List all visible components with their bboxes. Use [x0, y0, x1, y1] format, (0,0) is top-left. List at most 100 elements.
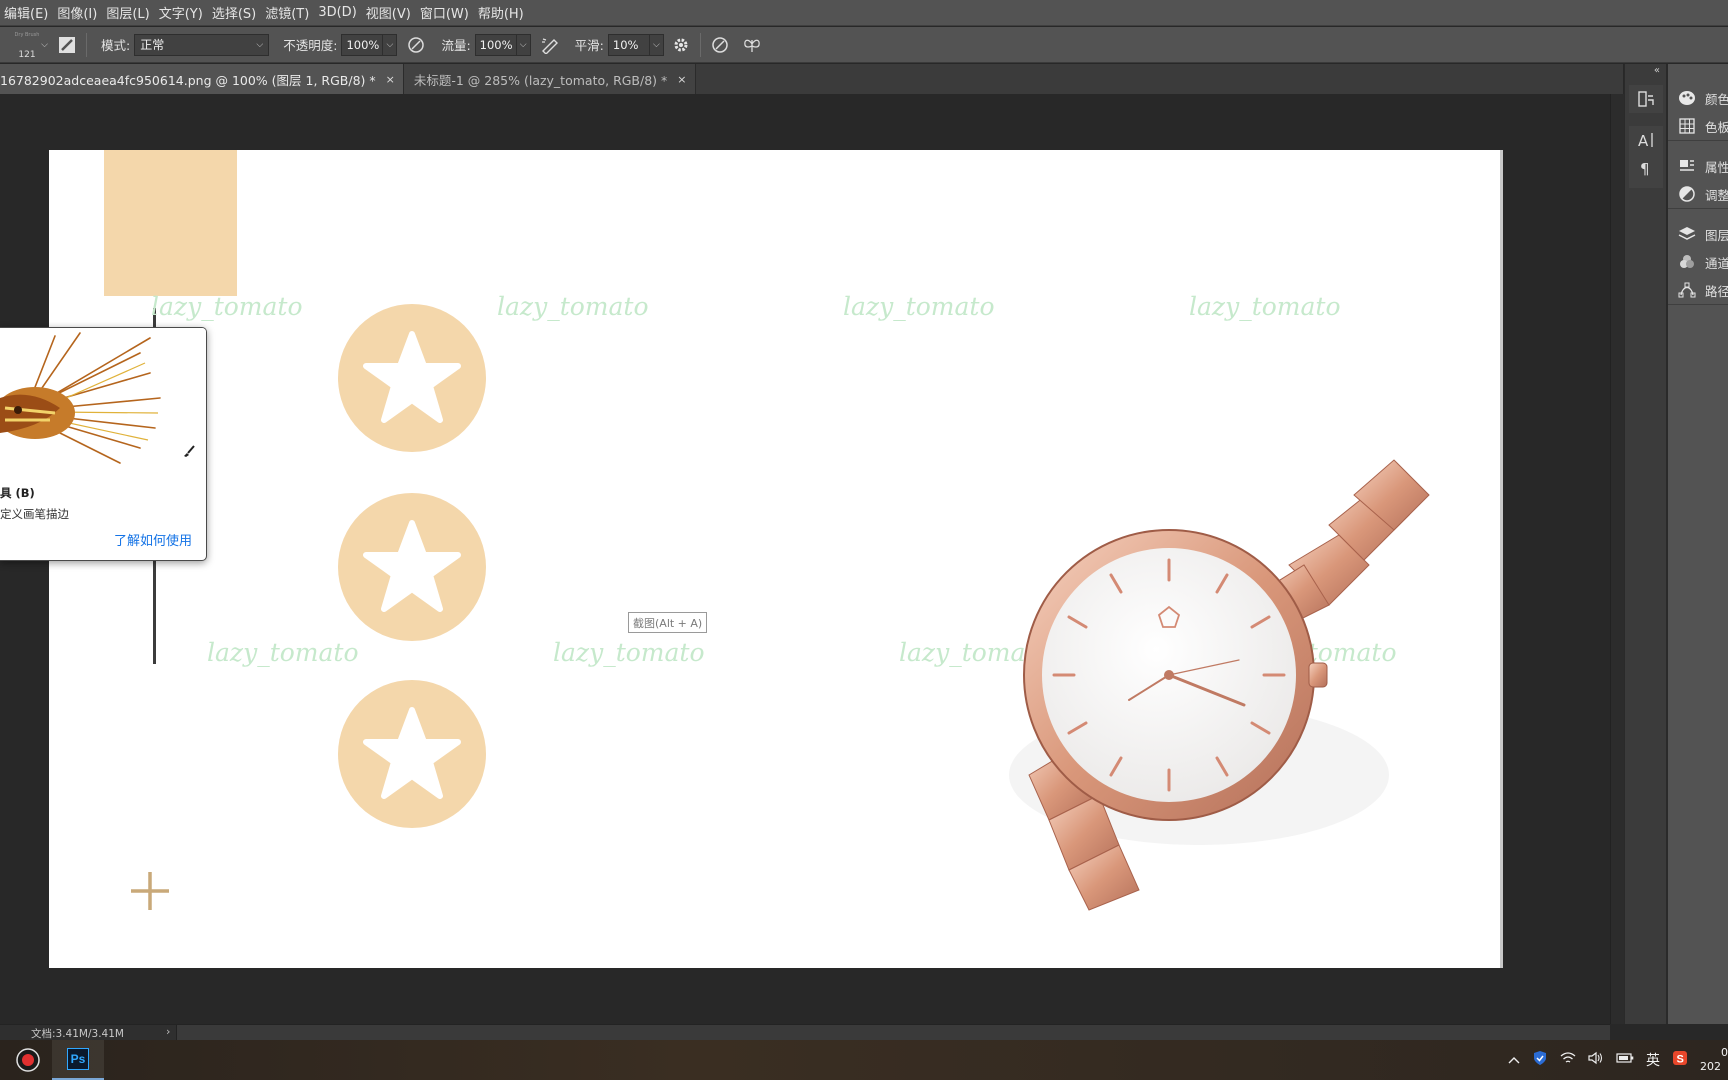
paths-icon: [1678, 282, 1697, 298]
tooltip-title: 具 (B): [0, 486, 35, 500]
butterfly-icon: [744, 39, 760, 52]
horizontal-scrollbar[interactable]: [176, 1025, 1610, 1040]
svg-text:¶: ¶: [1640, 160, 1650, 177]
sogou-input-icon[interactable]: S: [1672, 1050, 1688, 1070]
shield-icon[interactable]: [1532, 1050, 1548, 1070]
volume-icon[interactable]: [1588, 1051, 1604, 1069]
menu-image[interactable]: 图像(I): [57, 3, 106, 22]
adjustments-panel-label: 调整: [1704, 187, 1728, 203]
symmetry-button[interactable]: [741, 34, 763, 56]
paragraph-panel-button[interactable]: ¶: [1629, 154, 1663, 182]
flow-field[interactable]: 100% ⌵: [474, 33, 531, 56]
tab-label: 16782902adceaea4fc950614.png @ 100% (图层 …: [0, 72, 376, 88]
gear-icon: [674, 38, 688, 51]
layers-icon: [1678, 226, 1697, 242]
flow-value: 100%: [479, 37, 513, 52]
menu-window[interactable]: 窗口(W): [420, 3, 478, 22]
wifi-icon[interactable]: [1560, 1051, 1576, 1069]
menu-type[interactable]: 文字(Y): [159, 3, 212, 22]
brush-panel-icon: [59, 36, 75, 53]
smoothing-label: 平滑:: [574, 38, 604, 53]
palette-icon: [1678, 90, 1697, 106]
layers-panel-tab[interactable]: 图层: [1668, 220, 1728, 248]
photoshop-taskbar-button[interactable]: Ps: [52, 1040, 104, 1080]
history-icon: [1638, 91, 1654, 107]
color-panel-group: 颜色 色板: [1668, 84, 1728, 141]
opacity-field[interactable]: 100% ⌵: [341, 33, 398, 56]
collapse-panels-icon[interactable]: «: [1654, 65, 1660, 76]
chevron-down-icon[interactable]: ⌵: [515, 34, 530, 55]
watermark-text: lazy_tomato: [497, 292, 649, 321]
star-icon: [363, 707, 461, 799]
mode-dropdown[interactable]: 正常 ⌵: [134, 33, 270, 56]
plus-icon: [131, 872, 169, 910]
paths-panel-tab[interactable]: 路径: [1668, 276, 1728, 304]
star-circle-2: [338, 493, 486, 641]
chevron-down-icon[interactable]: ⌵: [648, 34, 663, 55]
paths-panel-label: 路径: [1704, 283, 1728, 299]
chevron-right-icon[interactable]: ›: [166, 1025, 170, 1038]
chevron-up-icon[interactable]: [1508, 1052, 1520, 1068]
smoothing-field[interactable]: 10% ⌵: [607, 33, 664, 56]
close-icon[interactable]: ×: [386, 73, 395, 86]
watermark-text: lazy_tomato: [843, 292, 995, 321]
tooltip-description: 定义画笔描边: [0, 507, 69, 521]
channels-panel-tab[interactable]: 通道: [1668, 248, 1728, 276]
character-icon: A: [1638, 132, 1653, 149]
brush-icon: [184, 445, 195, 457]
smoothing-options-button[interactable]: [670, 34, 692, 56]
grid-icon: [1678, 118, 1697, 134]
screenshot-tooltip-text: 截图(Alt + A): [633, 616, 703, 630]
airbrush-button[interactable]: [539, 34, 561, 56]
watermark-text: lazy_tomato: [151, 292, 303, 321]
screen-recorder-button[interactable]: [4, 1040, 52, 1080]
pressure-size-button[interactable]: [709, 34, 731, 56]
close-icon[interactable]: ×: [677, 73, 686, 86]
tab-document-2[interactable]: 未标题-1 @ 285% (lazy_tomato, RGB/8) * ×: [403, 64, 696, 94]
document-size: 文档:3.41M/3.41M: [31, 1028, 124, 1040]
learn-how-link[interactable]: 了解如何使用: [114, 530, 192, 549]
layers-panel-group: 图层 通道 路径: [1668, 220, 1728, 305]
vertical-scrollbar[interactable]: [1610, 94, 1624, 1024]
menu-view[interactable]: 视图(V): [366, 3, 420, 22]
swatches-panel-tab[interactable]: 色板: [1668, 112, 1728, 140]
options-bar: Dry Brush 121 ⌵ 模式: 正常 ⌵ 不透明度: 100% ⌵ 流量…: [0, 27, 1728, 63]
panel-dock-strip: « A ¶: [1624, 64, 1666, 1024]
pressure-opacity-button[interactable]: [405, 34, 427, 56]
character-panel-button[interactable]: A: [1629, 126, 1663, 154]
screenshot-tooltip: 截图(Alt + A): [628, 612, 708, 633]
menu-help[interactable]: 帮助(H): [478, 3, 533, 22]
channels-panel-label: 通道: [1704, 255, 1728, 271]
menu-filter[interactable]: 滤镜(T): [265, 3, 318, 22]
watermark-text: lazy_tomato: [553, 638, 705, 667]
type-panel-group: A ¶: [1629, 126, 1663, 188]
opacity-value: 100%: [346, 37, 380, 52]
pen-pressure-icon: [408, 36, 425, 53]
battery-icon[interactable]: [1616, 1052, 1634, 1068]
menu-select[interactable]: 选择(S): [212, 3, 265, 22]
adjustments-panel-tab[interactable]: 调整: [1668, 180, 1728, 208]
chevron-down-icon[interactable]: ⌵: [382, 34, 396, 55]
system-clock[interactable]: 0 202: [1700, 1046, 1728, 1074]
smoothing-value: 10%: [612, 37, 639, 52]
brush-settings-toggle-button[interactable]: [56, 34, 78, 56]
ime-indicator[interactable]: 英: [1646, 1050, 1660, 1070]
tab-document-1[interactable]: 16782902adceaea4fc950614.png @ 100% (图层 …: [0, 64, 404, 94]
color-panel-tab[interactable]: 颜色: [1668, 84, 1728, 112]
mode-label: 模式:: [101, 38, 131, 53]
mode-value: 正常: [140, 38, 165, 52]
channels-icon: [1678, 254, 1697, 270]
brush-size: 121: [18, 49, 36, 60]
tool-rich-tooltip: 具 (B) 定义画笔描边 了解如何使用: [0, 327, 207, 561]
properties-panel-tab[interactable]: 属性: [1668, 152, 1728, 180]
brush-preset-picker[interactable]: Dry Brush 121 ⌵: [6, 30, 48, 60]
clock-time: 0: [1721, 1046, 1728, 1059]
menu-bar: 编辑(E) 图像(I) 图层(L) 文字(Y) 选择(S) 滤镜(T) 3D(D…: [0, 0, 1728, 26]
document-tab-bar: 16782902adceaea4fc950614.png @ 100% (图层 …: [0, 64, 1623, 94]
menu-3d[interactable]: 3D(D): [318, 5, 365, 20]
document-canvas[interactable]: lazy_tomato lazy_tomato lazy_tomato lazy…: [49, 150, 1503, 968]
menu-edit[interactable]: 编辑(E): [4, 3, 57, 22]
menu-layer[interactable]: 图层(L): [106, 3, 158, 22]
properties-icon: [1678, 158, 1697, 174]
history-panel-button[interactable]: [1629, 85, 1663, 113]
